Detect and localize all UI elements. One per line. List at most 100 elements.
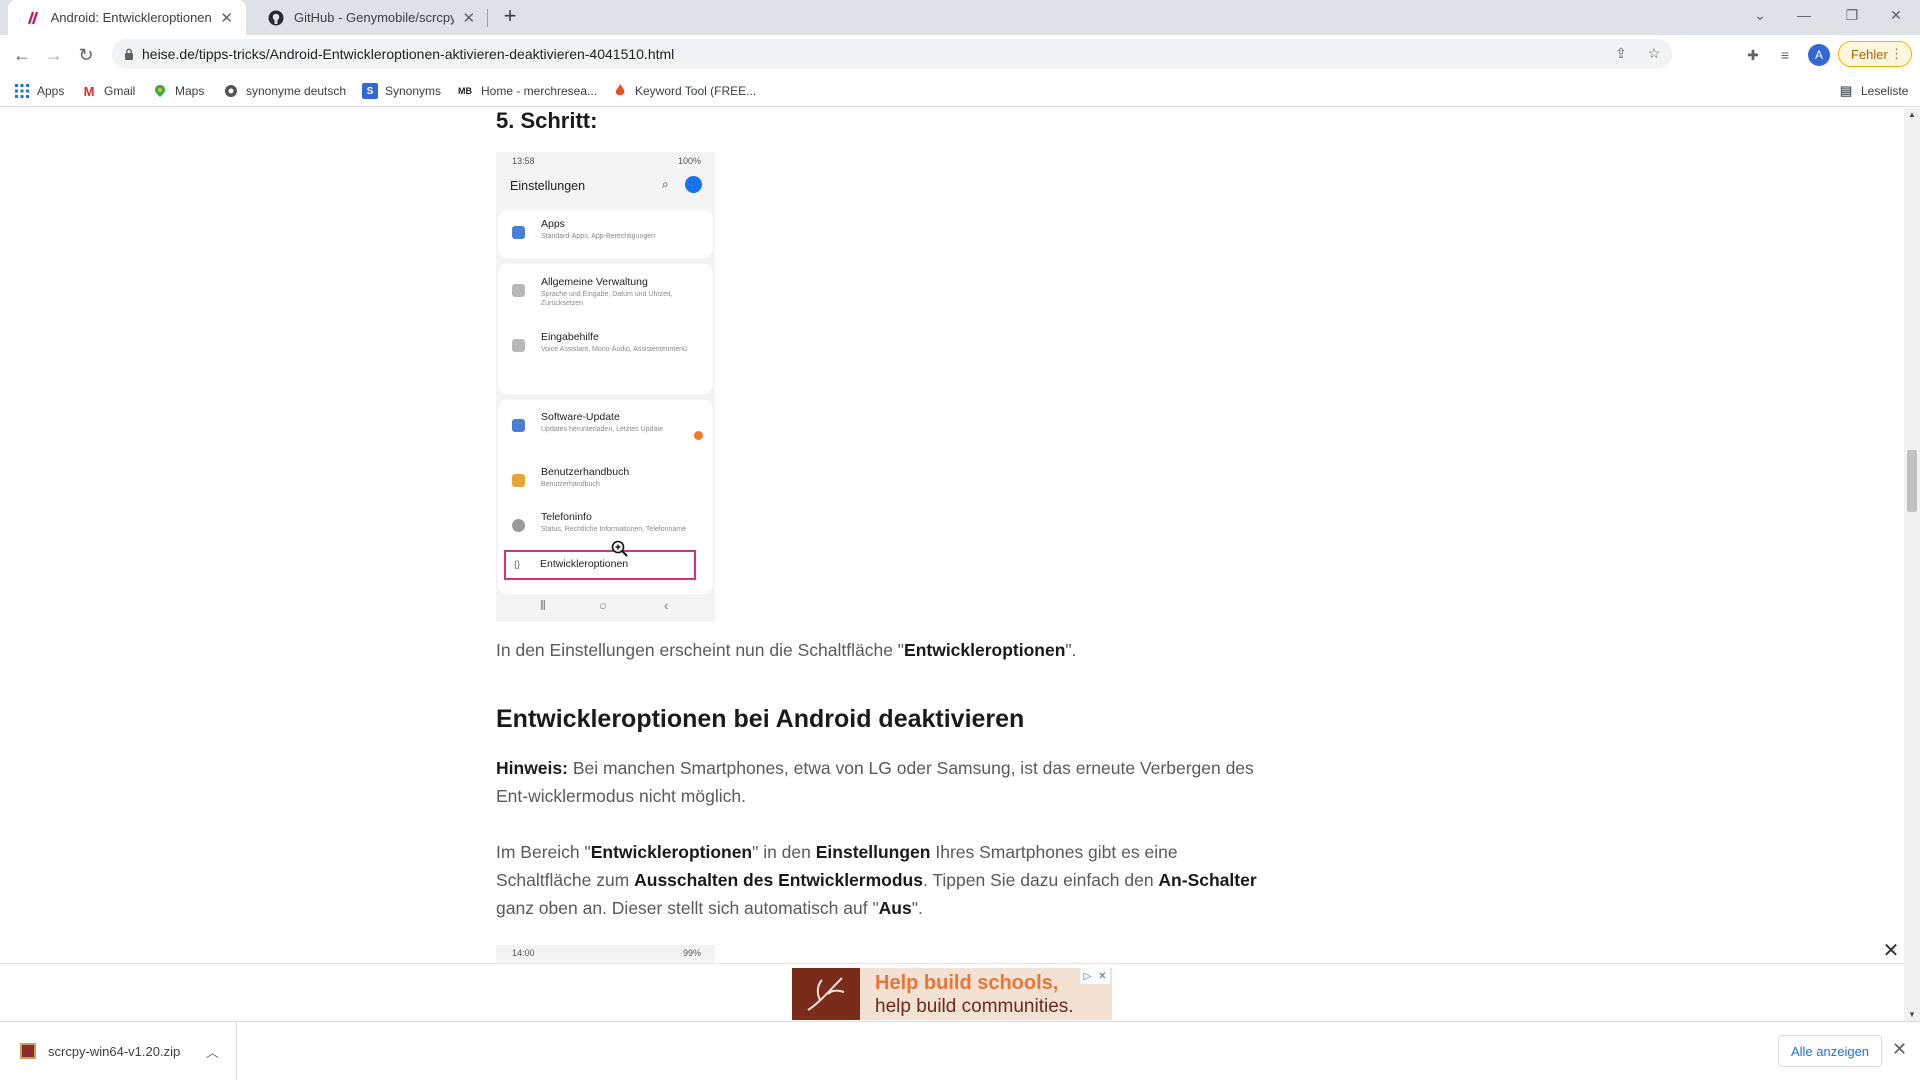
apps-icon — [512, 226, 525, 239]
bookmark-keyword-tool[interactable]: Keyword Tool (FREE... — [612, 81, 756, 101]
phone-item-title: Apps — [541, 218, 565, 230]
phone-screenshot[interactable]: 13:58 100% Einstellungen ⌕ Apps Standard… — [496, 152, 715, 622]
page-scrollbar[interactable]: ▲ ▼ — [1904, 108, 1920, 1021]
github-icon — [268, 10, 284, 26]
phone-account-icon — [685, 176, 702, 193]
bookmark-synonyms[interactable]: S Synonyms — [362, 81, 441, 101]
show-all-button[interactable]: Alle anzeigen — [1778, 1035, 1882, 1067]
scroll-down-icon[interactable]: ▼ — [1908, 1010, 1916, 1019]
adchoices[interactable]: ▷ ✕ — [1080, 968, 1110, 984]
zoom-cursor-icon — [611, 540, 628, 557]
page-viewport: 5. Schritt: 13:58 100% Einstellungen ⌕ A… — [0, 108, 1904, 963]
phone-item-general: Allgemeine Verwaltung Sprache und Eingab… — [498, 272, 713, 312]
phone-item-subtitle: Sprache und Eingabe, Datum und Uhrzeit, … — [541, 291, 673, 307]
error-label: Fehler — [1851, 46, 1888, 62]
tab-title: GitHub - Genymobile/scrcpy: Dis — [294, 10, 454, 25]
bookmark-star-icon[interactable]: ☆ — [1645, 45, 1663, 63]
ad-logo-icon — [792, 968, 860, 1020]
tab-heise[interactable]: Android: Entwickleroptionen akti ✕ — [8, 0, 246, 35]
ad-dismiss-icon[interactable]: ✕ — [1098, 971, 1106, 982]
tab-close-icon[interactable]: ✕ — [219, 9, 234, 27]
text: Im Bereich " — [496, 842, 591, 862]
reading-list-label: Leseliste — [1861, 84, 1909, 98]
close-window-icon[interactable]: ✕ — [1876, 0, 1916, 30]
adchoices-icon[interactable]: ▷ — [1083, 971, 1091, 982]
address-bar[interactable]: heise.de/tipps-tricks/Android-Entwickler… — [112, 39, 1672, 69]
ad-banner[interactable]: Help build schools, help build communiti… — [792, 968, 1112, 1020]
media-control-icon[interactable]: ≡ — [1774, 44, 1796, 66]
bookmark-label: Keyword Tool (FREE... — [635, 84, 757, 98]
tab-github[interactable]: GitHub - Genymobile/scrcpy: Dis ✕ — [250, 0, 488, 35]
phone-item-software-update: Software-Update Updates herunterladen, L… — [498, 407, 713, 447]
toolbar: ← → ↻ heise.de/tipps-tricks/Android-Entw… — [0, 35, 1920, 75]
chevron-up-icon[interactable]: ︿ — [206, 1042, 219, 1061]
recents-icon: ⦀ — [540, 598, 546, 613]
bold-text: Aus — [878, 898, 912, 918]
restore-icon[interactable]: ❐ — [1832, 0, 1872, 30]
phone-screenshot-2[interactable]: 14:00 99% — [496, 945, 715, 963]
zip-file-icon — [20, 1043, 36, 1059]
profile-avatar[interactable]: A — [1808, 44, 1830, 66]
back-icon[interactable]: ← — [10, 43, 34, 67]
bookmark-maps[interactable]: Maps — [152, 81, 204, 101]
phone-item-subtitle: Status, Rechtliche Informationen, Telefo… — [541, 526, 687, 533]
tab-search-icon[interactable]: ⌄ — [1740, 0, 1780, 30]
close-shelf-icon[interactable]: ✕ — [1892, 1039, 1907, 1060]
reading-list-button[interactable]: ▤ Leseliste — [1838, 81, 1909, 101]
section-heading: Entwickleroptionen bei Android deaktivie… — [496, 705, 1025, 733]
bold-text: Entwickleroptionen — [904, 640, 1066, 660]
tab-close-icon[interactable]: ✕ — [462, 9, 477, 27]
phone-time: 14:00 — [512, 948, 535, 958]
download-shelf: scrcpy-win64-v1.20.zip ︿ Alle anzeigen ✕ — [0, 1021, 1920, 1080]
home-icon: ○ — [599, 598, 607, 613]
bookmark-label: Maps — [175, 84, 205, 98]
gmail-icon: M — [83, 83, 95, 99]
bold-text: Einstellungen — [815, 842, 931, 862]
new-tab-icon[interactable]: + — [498, 5, 522, 29]
phone-card: Allgemeine Verwaltung Sprache und Eingab… — [498, 264, 713, 394]
phone-item-title: Benutzerhandbuch — [541, 466, 630, 478]
error-button[interactable]: Fehler ⋮ — [1838, 41, 1912, 67]
code-braces-icon: {} — [514, 559, 521, 569]
apps-grid-icon — [14, 83, 30, 99]
manual-icon — [512, 474, 525, 487]
reload-icon[interactable]: ↻ — [74, 43, 98, 67]
extensions-icon[interactable]: ✚ — [1742, 44, 1764, 66]
text: ". — [911, 898, 923, 918]
download-filename: scrcpy-win64-v1.20.zip — [48, 1044, 181, 1059]
text: " in den — [752, 842, 816, 862]
paragraph-deactivate: Im Bereich "Entwickleroptionen" in den E… — [496, 838, 1266, 922]
heise-favicon-icon — [26, 10, 41, 26]
scroll-up-icon[interactable]: ▲ — [1908, 110, 1916, 119]
phone-item-subtitle: Standard-Apps, App-Berechtigungen — [541, 233, 656, 240]
scrollbar-thumb[interactable] — [1907, 450, 1917, 512]
phone-navbar: ⦀ ○ ‹ — [496, 598, 715, 622]
bookmark-merchresearch[interactable]: MB Home - merchresea... — [456, 81, 597, 101]
developer-options-label: Entwickleroptionen — [540, 558, 629, 570]
phone-item-title: Allgemeine Verwaltung — [541, 276, 648, 288]
phone-time: 13:58 — [512, 156, 535, 166]
ad-line-2: help build communities. — [875, 996, 1074, 1017]
tab-strip: Android: Entwickleroptionen akti ✕ GitHu… — [0, 0, 1920, 35]
url-text[interactable]: heise.de/tipps-tricks/Android-Entwickler… — [142, 46, 674, 62]
share-icon[interactable]: ⇪ — [1612, 45, 1630, 63]
download-item[interactable]: scrcpy-win64-v1.20.zip ︿ — [0, 1022, 237, 1080]
phone-item-manual: Benutzerhandbuch Benutzerhandbuch — [498, 462, 713, 502]
bookmark-label: Apps — [37, 84, 65, 98]
minimize-icon[interactable]: — — [1784, 0, 1824, 30]
phone-item-subtitle: Updates herunterladen, Letztes Update — [541, 426, 664, 433]
text: . Tippen Sie dazu einfach den — [922, 870, 1159, 890]
reading-list-icon: ▤ — [1839, 83, 1853, 98]
ad-close-icon[interactable]: ✕ — [1880, 940, 1902, 962]
info-icon — [512, 519, 525, 532]
phone-item-title: Eingabehilfe — [541, 331, 599, 343]
keyword-tool-icon — [612, 83, 628, 99]
forward-icon[interactable]: → — [42, 43, 66, 67]
bookmark-apps[interactable]: Apps — [14, 81, 64, 101]
maps-icon — [152, 83, 168, 99]
phone-item-subtitle: Benutzerhandbuch — [541, 481, 600, 488]
bookmark-synonyme-deutsch[interactable]: synonyme deutsch — [223, 81, 346, 101]
synonyme-icon — [223, 83, 239, 99]
lock-icon[interactable] — [124, 47, 134, 65]
bookmark-gmail[interactable]: M Gmail — [81, 81, 136, 101]
